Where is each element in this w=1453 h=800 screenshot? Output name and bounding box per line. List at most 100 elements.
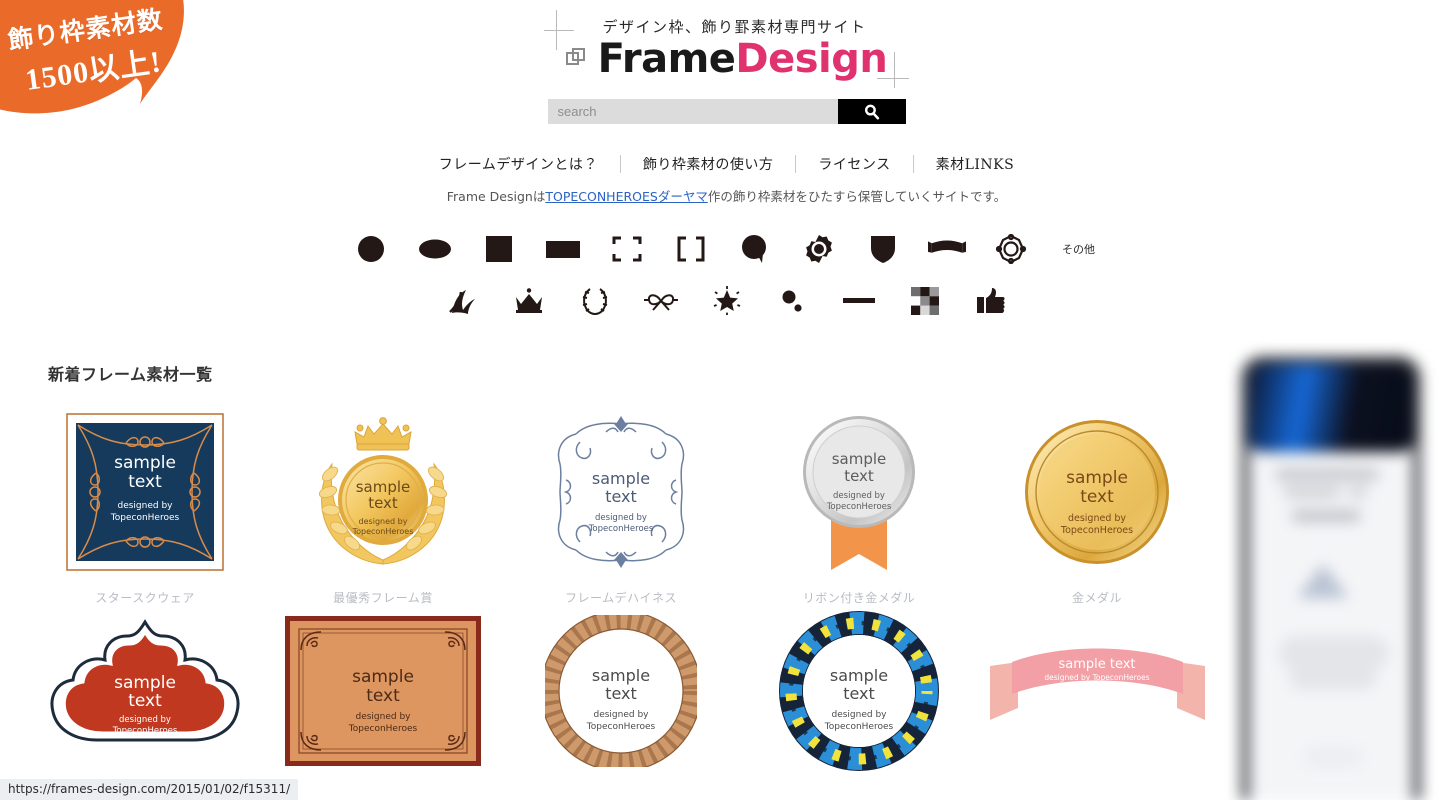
svg-text:text: text	[1080, 487, 1114, 507]
category-more-link[interactable]: その他	[1056, 241, 1102, 257]
svg-text:designed by: designed by	[595, 513, 647, 523]
checker-icon[interactable]	[906, 281, 944, 321]
frame-thumbnail-link[interactable]: sample text designed by TopeconHeroes	[978, 606, 1216, 776]
svg-text:text: text	[366, 686, 400, 706]
frame-thumbnail-link[interactable]: sample text designed by TopeconHeroes	[26, 407, 264, 577]
ribbon-banner-icon[interactable]	[927, 229, 966, 269]
search-bar	[0, 99, 1453, 124]
svg-text:designed by: designed by	[119, 715, 171, 725]
silver-medal-ribbon-frame: sample text designed by TopeconHeroes	[803, 415, 915, 570]
svg-text:text: text	[844, 467, 874, 485]
nav-item-links[interactable]: 素材LINKS	[914, 154, 1037, 174]
rope-circle-frame: sample text designed by TopeconHeroes	[545, 615, 697, 767]
ad-text-line	[1275, 468, 1379, 481]
category-icon-row-1: その他	[0, 229, 1453, 269]
author-link[interactable]: TOPECONHEROESダーヤマ	[545, 189, 707, 204]
shield-icon[interactable]	[864, 229, 902, 269]
speech-bubble-icon[interactable]	[736, 229, 774, 269]
search-input[interactable]	[547, 99, 838, 124]
nav-item-license[interactable]: ライセンス	[796, 154, 912, 174]
svg-text:TopeconHeroes: TopeconHeroes	[1060, 525, 1133, 536]
corner-brackets-icon[interactable]	[608, 229, 646, 269]
sample-line4: TopeconHeroes	[110, 513, 180, 523]
frame-caption[interactable]: スタースクウェア	[26, 589, 264, 606]
main-nav: フレームデザインとは？ 飾り枠素材の使い方 ライセンス 素材LINKS	[0, 154, 1453, 174]
dots-icon[interactable]	[774, 281, 812, 321]
frame-caption[interactable]: 最優秀フレーム賞	[264, 589, 502, 606]
overlapping-squares-icon	[565, 48, 588, 70]
site-tagline: デザイン枠、飾り罫素材専門サイト	[602, 18, 867, 36]
page-root: 飾り枠素材数 1500以上! デザイン枠、飾り罫素材専門サイト FrameDes…	[0, 0, 1453, 800]
bow-ribbon-icon[interactable]	[642, 281, 680, 321]
sample-line2: text	[128, 472, 162, 492]
decor-tick	[543, 30, 574, 31]
leaf-swirl-icon[interactable]	[444, 281, 482, 321]
frame-caption[interactable]: 金メダル	[978, 589, 1216, 606]
svg-text:sample: sample	[1066, 468, 1128, 488]
frame-thumbnail-link[interactable]: sample text designed by TopeconHeroes	[502, 407, 740, 577]
blue-ornate-frame: sample text designed by TopeconHeroes	[557, 416, 685, 568]
flower-ornament-icon[interactable]	[992, 229, 1030, 269]
pink-banner-ribbon-frame: sample text designed by TopeconHeroes	[989, 648, 1205, 720]
svg-text:TopeconHeroes: TopeconHeroes	[588, 524, 654, 534]
frame-thumbnail-link[interactable]: sample text designed by TopeconHeroes	[26, 606, 264, 776]
frame-thumbnail-link[interactable]: sample text designed by TopeconHeroes	[978, 407, 1216, 577]
svg-text:designed by TopeconHeroes: designed by TopeconHeroes	[1044, 673, 1149, 682]
site-logo[interactable]: デザイン枠、飾り罫素材専門サイト FrameDesign	[540, 10, 914, 88]
svg-text:text: text	[605, 487, 637, 506]
frame-thumbnail-link[interactable]: sample text designed by TopeconHeroes	[502, 606, 740, 776]
browser-status-bar: https://frames-design.com/2015/01/02/f15…	[0, 779, 299, 800]
decor-tick	[894, 52, 896, 88]
site-logo-text: FrameDesign	[598, 39, 888, 79]
ad-triangle-graphic	[1297, 564, 1349, 598]
frame-card: sample text designed by TopeconHeroes	[740, 606, 978, 788]
category-icon-rows: その他	[0, 229, 1453, 321]
site-description-after: 作の飾り枠素材をひたすら保管していくサイトです。	[707, 189, 1007, 204]
seal-stamp-icon[interactable]	[800, 229, 838, 269]
laurel-wreath-icon[interactable]	[576, 281, 614, 321]
ad-hero-image	[1249, 364, 1413, 452]
frame-thumbnail-link[interactable]: sample text designed by TopeconHeroes	[740, 407, 978, 577]
ad-text-line	[1349, 488, 1367, 497]
nav-item-howto[interactable]: 飾り枠素材の使い方	[621, 154, 796, 174]
frame-thumbnail-link[interactable]: sample text designed by TopeconHeroes	[264, 606, 502, 776]
crown-icon[interactable]	[510, 281, 548, 321]
sidebar-ad-phone-mockup[interactable]	[1231, 352, 1453, 800]
svg-text:sample: sample	[592, 469, 650, 488]
circle-icon[interactable]	[352, 229, 390, 269]
svg-text:text: text	[128, 691, 162, 711]
sample-line3: designed by	[117, 501, 173, 511]
svg-text:designed by: designed by	[833, 491, 885, 501]
svg-text:sample: sample	[352, 667, 414, 687]
site-description-before: Frame Designは	[446, 189, 546, 204]
red-crown-cloud-frame: sample text designed by TopeconHeroes	[50, 619, 240, 742]
gold-medal-frame: sample text designed by TopeconHeroes	[1025, 420, 1169, 564]
ellipse-icon[interactable]	[416, 229, 454, 269]
square-brackets-icon[interactable]	[672, 229, 710, 269]
ad-block	[1289, 664, 1377, 690]
search-button[interactable]	[837, 99, 906, 124]
phone-screen	[1249, 364, 1413, 800]
rectangle-icon[interactable]	[544, 229, 582, 269]
frame-thumbnail-link[interactable]: sample text designed by TopeconHeroes	[264, 407, 502, 577]
frame-card: sample text designed by TopeconHeroes 最優…	[264, 407, 502, 606]
frame-caption[interactable]: リボン付き金メダル	[740, 589, 978, 606]
svg-text:TopeconHeroes: TopeconHeroes	[826, 502, 892, 512]
line-icon[interactable]	[840, 281, 878, 321]
ad-text-line	[1283, 488, 1341, 497]
starburst-icon[interactable]	[708, 281, 746, 321]
svg-text:sample: sample	[830, 666, 888, 685]
svg-text:sample: sample	[114, 673, 176, 693]
nav-item-about[interactable]: フレームデザインとは？	[417, 154, 620, 174]
svg-text:designed by: designed by	[831, 710, 887, 720]
frame-caption[interactable]: フレームデハイネス	[502, 589, 740, 606]
sample-line1: sample	[114, 453, 176, 473]
frame-card: sample text designed by TopeconHeroes	[26, 606, 264, 788]
square-icon[interactable]	[480, 229, 518, 269]
blue-yellow-twist-circle-frame: sample text designed by TopeconHeroes	[779, 611, 939, 771]
frame-thumbnail-link[interactable]: sample text designed by TopeconHeroes	[740, 606, 978, 776]
decor-tick	[877, 78, 910, 79]
thumbs-up-icon[interactable]	[972, 281, 1010, 321]
svg-text:designed by: designed by	[355, 712, 411, 722]
promo-badge: 飾り枠素材数 1500以上!	[0, 0, 190, 136]
